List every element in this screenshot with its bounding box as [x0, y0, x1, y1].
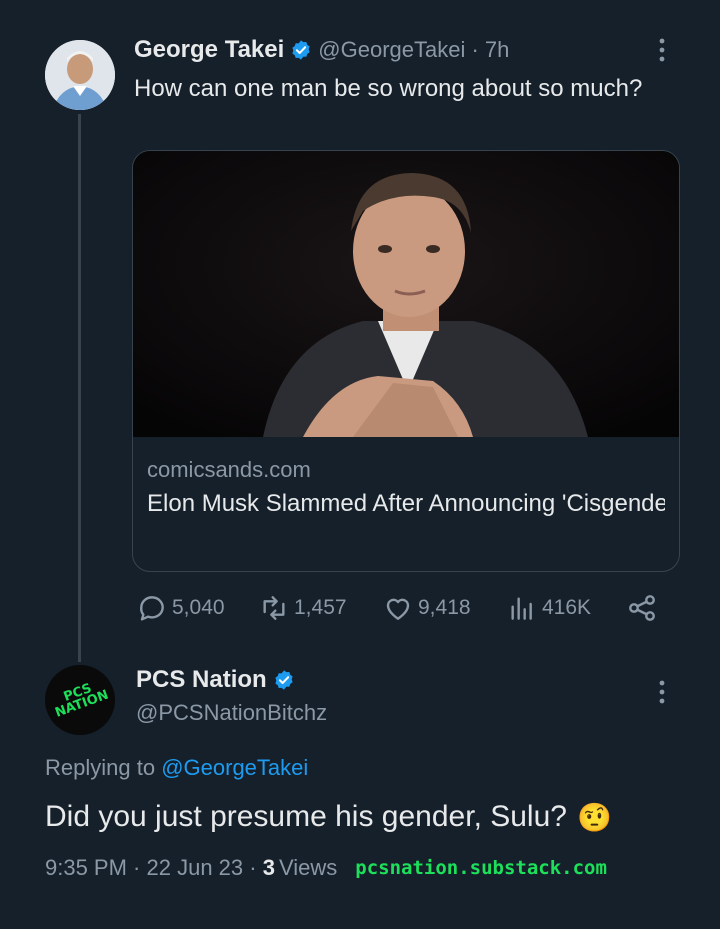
- more-options-icon[interactable]: [659, 38, 665, 62]
- tweet-header: George Takei @GeorgeTakei · 7h: [134, 36, 509, 64]
- tweet-text: How can one man be so wrong about so muc…: [134, 75, 643, 102]
- card-meta: comicsands.com Elon Musk Slammed After A…: [147, 453, 665, 521]
- reply-time[interactable]: 9:35 PM: [45, 855, 127, 881]
- reply-count: 5,040: [172, 596, 225, 619]
- retweet-action[interactable]: 1,457: [258, 592, 347, 624]
- reply-footer: 9:35 PM · 22 Jun 23 · 3 Views pcsnation.…: [45, 855, 607, 881]
- reply-action[interactable]: 5,040: [136, 592, 225, 624]
- card-title: Elon Musk Slammed After Announcing 'Cisg…: [147, 490, 665, 517]
- author-name[interactable]: George Takei: [134, 36, 284, 64]
- author-handle[interactable]: @GeorgeTakei: [318, 37, 465, 63]
- raised-eyebrow-emoji-icon: 🤨: [576, 801, 612, 833]
- like-count: 9,418: [418, 596, 471, 619]
- replying-label: Replying to: [45, 755, 156, 780]
- retweet-icon: [263, 596, 285, 620]
- verified-badge-icon: [292, 40, 310, 60]
- tweet-actions: 5,040 1,457 9,418 416K: [134, 592, 664, 624]
- views-icon: [511, 597, 532, 620]
- footer-separator: ·: [126, 855, 147, 880]
- reply-icon: [140, 596, 164, 621]
- card-domain: comicsands.com: [147, 457, 311, 482]
- footer-separator: ·: [243, 855, 263, 880]
- views-action[interactable]: 416K: [506, 592, 591, 624]
- reply-author-name[interactable]: PCS Nation: [136, 666, 267, 694]
- avatar-pcs-nation[interactable]: PCS NATION: [45, 665, 115, 735]
- card-image: [133, 151, 679, 437]
- verified-badge-icon: [275, 670, 293, 690]
- reply-text: Did you just presume his gender, Sulu?: [45, 800, 567, 833]
- reply-author-handle[interactable]: @PCSNationBitchz: [136, 700, 327, 726]
- share-icon: [629, 595, 655, 621]
- tweet-age[interactable]: 7h: [485, 37, 509, 63]
- watermark-text: pcsnation.substack.com: [355, 857, 607, 879]
- reply-views-count: 3: [262, 855, 275, 880]
- reply-date[interactable]: 22 Jun 23: [147, 855, 244, 881]
- avatar-logo-text: PCS NATION: [53, 680, 111, 721]
- replying-to-mention[interactable]: @GeorgeTakei: [161, 755, 308, 780]
- separator-dot: ·: [465, 37, 485, 62]
- replying-to-line: Replying to @GeorgeTakei: [45, 755, 308, 781]
- share-action[interactable]: [626, 592, 662, 624]
- reply-header: PCS Nation: [136, 666, 301, 694]
- retweet-count: 1,457: [294, 596, 347, 619]
- reply-text-row: Did you just presume his gender, Sulu? 🤨: [45, 800, 612, 834]
- avatar-george-takei[interactable]: [45, 40, 115, 110]
- like-action[interactable]: 9,418: [382, 592, 471, 624]
- thread-connector-line: [78, 114, 81, 662]
- like-icon: [386, 598, 410, 620]
- more-options-icon[interactable]: [659, 680, 665, 704]
- link-card[interactable]: comicsands.com Elon Musk Slammed After A…: [132, 150, 680, 572]
- reply-views-label: Views: [278, 855, 338, 880]
- views-count: 416K: [542, 596, 592, 619]
